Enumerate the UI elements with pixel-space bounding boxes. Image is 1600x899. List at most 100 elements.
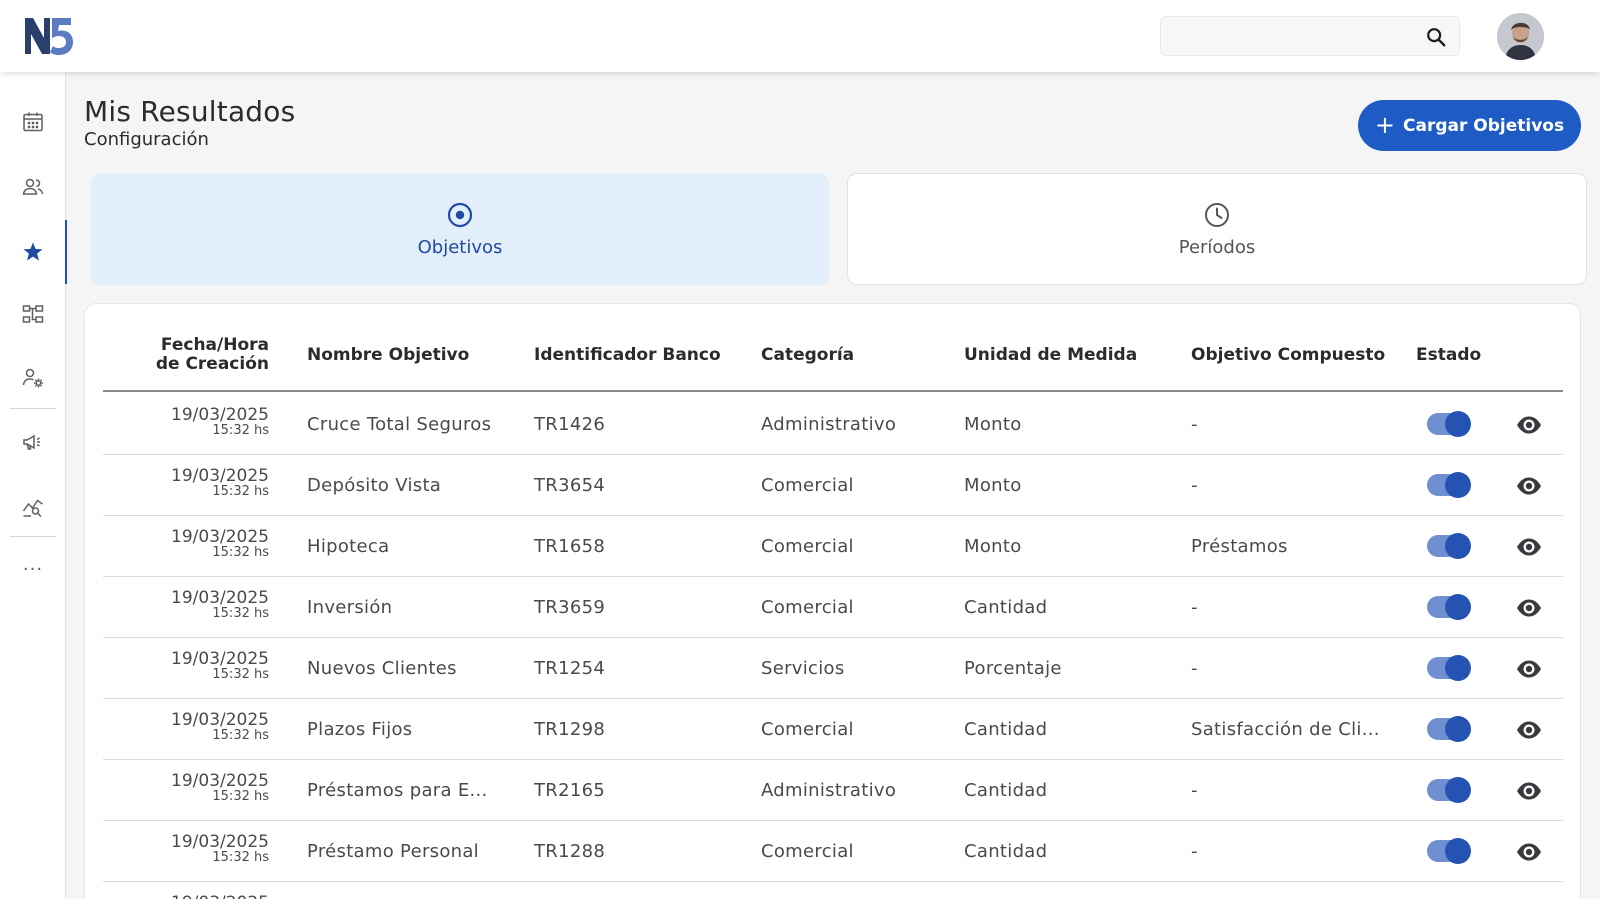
created-time: 15:32 hs [212, 728, 269, 743]
cell-bank-id: TR1298 [534, 719, 606, 740]
cell-bank-id: TR1426 [534, 414, 606, 435]
star-icon [23, 242, 43, 261]
date-cell: 19/03/2025 15:32 hs [143, 711, 269, 743]
toggle-knob [1445, 838, 1471, 864]
cell-name: Préstamo Personal [307, 841, 479, 862]
column-header-bank-id[interactable]: Identificador Banco [534, 346, 721, 365]
page-subtitle: Configuración [84, 129, 209, 150]
target-icon [447, 202, 473, 227]
eye-icon[interactable] [1515, 716, 1543, 744]
created-date: 19/03/2025 [171, 466, 269, 486]
table-row[interactable]: 19/03/2025 15:32 hs Cruce Total Seguros TR1… [103, 394, 1563, 455]
table-row[interactable]: 19/03/2025 15:32 hs Inversión TR3659 Comerci… [103, 577, 1563, 638]
n5-logo[interactable] [22, 14, 74, 56]
table-row[interactable]: 19/03/2025 15:32 hs Hipoteca TR1658 Comercia… [103, 516, 1563, 577]
eye-icon[interactable] [1515, 777, 1543, 805]
cell-bank-id: TR1288 [534, 841, 606, 862]
cell-name: Préstamos para E... [307, 780, 488, 801]
eye-icon[interactable] [1515, 655, 1543, 683]
column-header-date[interactable]: Fecha/Hora de Creación [143, 336, 269, 374]
cell-unit: Cantidad [964, 780, 1048, 801]
eye-icon[interactable] [1515, 838, 1543, 866]
avatar-photo [1497, 13, 1544, 60]
status-toggle[interactable] [1427, 716, 1471, 742]
cell-compound: - [1191, 475, 1198, 496]
sidebar-item-users[interactable] [0, 162, 66, 212]
table-row[interactable]: 19/03/2025 15:32 hs Depósito Vista TR3654 Co… [103, 455, 1563, 516]
cell-name: Hipoteca [307, 536, 390, 557]
cell-compound: - [1191, 780, 1198, 801]
table-row[interactable]: 19/03/2025 15:32 hs Nuevos Clientes TR1254 S… [103, 638, 1563, 699]
cell-category: Comercial [761, 841, 854, 862]
analytics-icon [22, 499, 43, 518]
date-cell: 19/03/2025 15:32 hs [143, 528, 269, 560]
objectives-table: Fecha/Hora de Creación Nombre Objetivo I… [84, 303, 1581, 899]
created-date: 19/03/2025 [171, 527, 269, 547]
sidebar-item-structure[interactable] [0, 290, 66, 340]
created-date: 19/03/2025 [171, 405, 269, 425]
sidebar-divider [10, 536, 56, 537]
table-row[interactable]: 19/03/2025 15:32 hs Préstamo Personal TR128… [103, 821, 1563, 882]
created-date: 19/03/2025 [171, 588, 269, 608]
cell-category: Comercial [761, 719, 854, 740]
search-input[interactable] [1173, 25, 1413, 49]
sidebar-item-calendar[interactable] [0, 97, 66, 147]
created-time: 15:32 hs [212, 545, 269, 560]
eye-icon[interactable] [1515, 472, 1543, 500]
cell-compound: Satisfacción de Cli... [1191, 719, 1380, 740]
sidebar-item-user-settings[interactable] [0, 353, 66, 403]
status-toggle[interactable] [1427, 655, 1471, 681]
tab-objectives[interactable]: Objetivos [91, 173, 829, 285]
date-cell: 19/03/2025 15:32 hs [143, 833, 269, 865]
table-row[interactable]: 19/03/2025 [103, 882, 1563, 899]
search-icon[interactable] [1425, 26, 1447, 48]
date-cell: 19/03/2025 15:32 hs [143, 467, 269, 499]
cell-bank-id: TR3654 [534, 475, 606, 496]
cell-compound: - [1191, 841, 1198, 862]
eye-icon[interactable] [1515, 533, 1543, 561]
cell-bank-id: TR1254 [534, 658, 606, 679]
created-time: 15:32 hs [212, 789, 269, 804]
cell-name: Plazos Fijos [307, 719, 413, 740]
table-row[interactable]: 19/03/2025 15:32 hs Préstamos para E... TR2… [103, 760, 1563, 821]
more-icon: ··· [22, 558, 44, 580]
sidebar-item-announcements[interactable] [0, 417, 66, 467]
status-toggle[interactable] [1427, 533, 1471, 559]
upload-objectives-label: Cargar Objetivos [1403, 115, 1565, 136]
column-header-unit[interactable]: Unidad de Medida [964, 346, 1137, 365]
status-toggle[interactable] [1427, 472, 1471, 498]
column-header-category[interactable]: Categoría [761, 346, 854, 365]
eye-icon[interactable] [1515, 594, 1543, 622]
sidebar-item-analytics[interactable] [0, 482, 66, 532]
created-time: 15:32 hs [212, 423, 269, 438]
cell-category: Comercial [761, 597, 854, 618]
column-header-name[interactable]: Nombre Objetivo [307, 346, 469, 365]
toggle-knob [1445, 716, 1471, 742]
status-toggle[interactable] [1427, 411, 1471, 437]
clock-icon [1205, 202, 1229, 227]
table-row[interactable]: 19/03/2025 15:32 hs Plazos Fijos TR1298 Come… [103, 699, 1563, 760]
tab-periods[interactable]: Períodos [847, 173, 1587, 285]
date-cell: 19/03/2025 15:32 hs [143, 650, 269, 682]
status-toggle[interactable] [1427, 838, 1471, 864]
avatar[interactable] [1497, 13, 1544, 60]
cell-unit: Monto [964, 536, 1022, 557]
date-cell: 19/03/2025 [143, 894, 269, 899]
cell-name: Cruce Total Seguros [307, 414, 492, 435]
column-header-compound[interactable]: Objetivo Compuesto [1191, 346, 1385, 365]
eye-icon[interactable] [1515, 411, 1543, 439]
search-box[interactable] [1160, 16, 1460, 56]
cell-unit: Cantidad [964, 719, 1048, 740]
created-date: 19/03/2025 [171, 710, 269, 730]
toggle-knob [1445, 594, 1471, 620]
cell-category: Comercial [761, 475, 854, 496]
status-toggle[interactable] [1427, 777, 1471, 803]
status-toggle[interactable] [1427, 594, 1471, 620]
cell-category: Administrativo [761, 414, 897, 435]
column-header-status[interactable]: Estado [1416, 346, 1481, 365]
upload-objectives-button[interactable]: + Cargar Objetivos [1358, 100, 1581, 151]
created-time: 15:32 hs [212, 850, 269, 865]
sidebar-item-more[interactable]: ··· [0, 544, 66, 594]
created-date: 19/03/2025 [171, 649, 269, 669]
sidebar-item-results[interactable] [0, 220, 67, 284]
